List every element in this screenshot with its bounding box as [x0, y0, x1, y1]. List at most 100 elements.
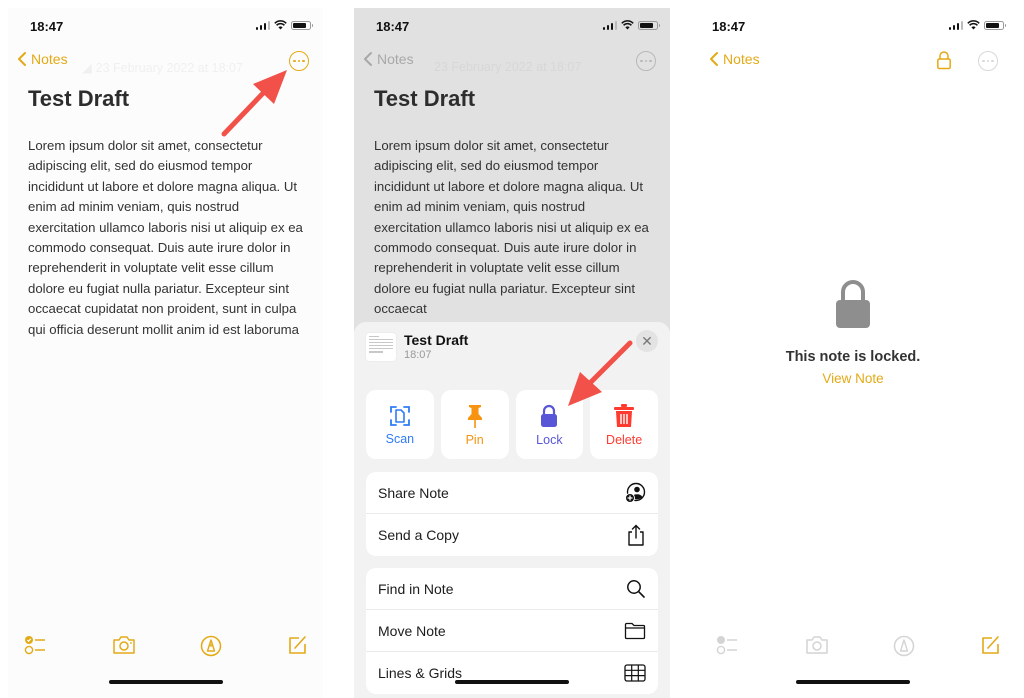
- more-dot: [982, 59, 985, 63]
- camera-icon: [806, 636, 828, 654]
- camera-icon[interactable]: [111, 634, 137, 656]
- bottom-toolbar: [8, 634, 323, 658]
- shared-icon: ◢: [82, 61, 92, 75]
- share-icon: [628, 524, 644, 546]
- pin-label: Pin: [465, 432, 484, 447]
- back-label: Notes: [31, 51, 68, 67]
- more-dot: [297, 59, 301, 63]
- battery-icon: [984, 20, 1006, 30]
- delete-button[interactable]: Delete: [590, 390, 658, 459]
- home-indicator: [455, 680, 569, 684]
- markup-icon[interactable]: [199, 634, 223, 658]
- signal-icon: [602, 20, 617, 30]
- close-icon: ✕: [641, 332, 653, 349]
- sheet-header: Test Draft 18:07: [366, 332, 468, 361]
- more-dot: [640, 59, 643, 63]
- note-date: 23 February 2022 at 18:07: [434, 60, 582, 74]
- compose-icon[interactable]: [286, 634, 308, 656]
- menu-item-move-note[interactable]: Move Note: [366, 610, 658, 652]
- back-label: Notes: [723, 51, 760, 67]
- search-icon: [627, 579, 645, 598]
- scan-label: Scan: [385, 431, 415, 446]
- share-note-icon: [625, 482, 646, 503]
- signal-icon: [948, 20, 963, 30]
- battery-icon: [291, 20, 313, 30]
- menu-group-share: Share Note Send a Copy: [366, 472, 658, 556]
- locked-message: This note is locked.: [785, 349, 921, 365]
- bottom-toolbar: [690, 634, 1016, 658]
- view-note-link[interactable]: View Note: [822, 371, 883, 386]
- pin-button[interactable]: Pin: [440, 390, 509, 459]
- signal-icon: [255, 20, 270, 30]
- screen-note-open: 18:47 Notes ◢ 23 February 2022 at 18:07 …: [8, 8, 323, 698]
- checklist-icon: [716, 636, 737, 655]
- more-dot: [649, 59, 652, 63]
- lock-button[interactable]: Lock: [515, 390, 584, 459]
- locked-state: This note is locked. View Note: [690, 278, 1016, 388]
- scan-button[interactable]: Scan: [366, 390, 434, 459]
- status-time: 18:47: [712, 19, 746, 34]
- markup-icon: [893, 635, 915, 657]
- more-button[interactable]: [289, 51, 309, 71]
- padlock-icon: [836, 280, 870, 328]
- screen-note-menu: 18:47 Notes 23 February 2022 at 18:07 Te…: [354, 8, 670, 698]
- compose-icon[interactable]: [979, 634, 1001, 656]
- scan-icon: [389, 405, 410, 426]
- chevron-left-icon: [364, 52, 372, 66]
- home-indicator: [108, 680, 223, 684]
- more-dot: [644, 59, 648, 63]
- nav-bar: Notes ◢ 23 February 2022 at 18:07: [8, 48, 323, 76]
- menu-group-tools: Find in Note Move Note Lines & Grids: [366, 568, 658, 694]
- status-icons: [948, 20, 1006, 30]
- note-date: ◢ 23 February 2022 at 18:07: [82, 60, 243, 76]
- note-title: Test Draft: [374, 86, 476, 111]
- grid-icon: [624, 664, 646, 682]
- wifi-icon: [274, 20, 287, 30]
- trash-icon: [614, 403, 635, 427]
- wifi-icon: [621, 20, 634, 30]
- close-button[interactable]: ✕: [636, 330, 658, 352]
- back-button[interactable]: Notes: [362, 51, 414, 67]
- lock-toggle-icon[interactable]: [936, 50, 952, 70]
- menu-item-find-in-note[interactable]: Find in Note: [366, 568, 658, 610]
- delete-label: Delete: [606, 432, 643, 447]
- lock-icon: [541, 404, 558, 427]
- more-dot: [986, 59, 990, 63]
- nav-bar: Notes: [690, 48, 1016, 74]
- back-button[interactable]: Notes: [708, 51, 760, 67]
- status-time: 18:47: [30, 19, 64, 34]
- nav-bar: Notes 23 February 2022 at 18:07: [354, 48, 670, 74]
- note-title[interactable]: Test Draft: [28, 86, 129, 112]
- chevron-left-icon: [710, 52, 718, 66]
- status-bar: 18:47: [690, 8, 1016, 44]
- back-button[interactable]: Notes: [16, 51, 68, 67]
- note-options-sheet: Test Draft 18:07 ✕ Scan Pin Lock Delete: [354, 322, 670, 698]
- status-icons: [602, 20, 660, 30]
- checklist-icon[interactable]: [24, 634, 48, 656]
- menu-item-share-note[interactable]: Share Note: [366, 472, 658, 514]
- folder-icon: [624, 622, 646, 639]
- menu-item-send-copy[interactable]: Send a Copy: [366, 514, 658, 556]
- more-button[interactable]: [636, 51, 656, 71]
- sheet-time: 18:07: [404, 349, 432, 361]
- menu-item-lines-grids[interactable]: Lines & Grids: [366, 652, 658, 694]
- lock-label: Lock: [536, 432, 563, 447]
- wifi-icon: [967, 20, 980, 30]
- note-body: Lorem ipsum dolor sit amet, consectetur …: [374, 138, 649, 317]
- home-indicator: [796, 680, 910, 684]
- more-dot: [302, 59, 305, 63]
- note-thumbnail: [366, 332, 396, 361]
- more-button[interactable]: [978, 51, 998, 71]
- status-icons: [255, 20, 313, 30]
- status-bar: 18:47: [354, 8, 670, 44]
- quick-actions: Scan Pin Lock Delete: [366, 390, 658, 459]
- pin-icon: [467, 404, 482, 428]
- note-body[interactable]: Lorem ipsum dolor sit amet, consectetur …: [28, 136, 310, 340]
- screen-note-locked: 18:47 Notes This note is locked. View No…: [690, 8, 1016, 698]
- more-dot: [293, 59, 296, 63]
- battery-icon: [638, 20, 660, 30]
- sheet-title: Test Draft: [404, 332, 469, 348]
- back-label: Notes: [377, 51, 414, 67]
- chevron-left-icon: [18, 52, 26, 66]
- status-bar: 18:47: [8, 8, 323, 44]
